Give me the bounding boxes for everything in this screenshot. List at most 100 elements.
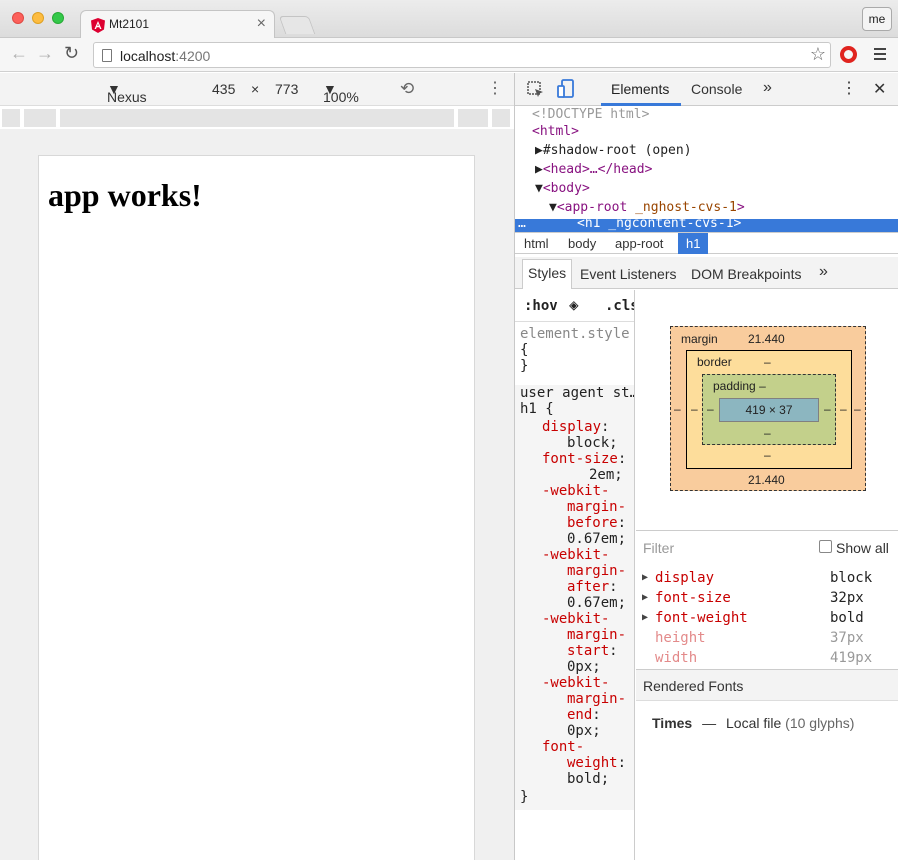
hov-toggle[interactable]: :hov — [524, 298, 558, 314]
ua-prop: -webkit- — [542, 547, 610, 563]
padding-right-value[interactable]: – — [824, 402, 831, 416]
dom-html[interactable]: <html> — [532, 124, 579, 139]
ua-val: bold; — [567, 771, 610, 787]
ua-prop: display: — [542, 419, 610, 435]
box-model-padding[interactable]: padding – – – – 419 × 37 — [702, 374, 836, 445]
margin-label: margin — [681, 332, 718, 346]
forward-arrow-icon[interactable]: → — [36, 43, 54, 64]
device-more-icon[interactable]: ⋮ — [487, 78, 503, 98]
close-devtools-icon[interactable]: ✕ — [873, 79, 886, 99]
ua-prop: font- — [542, 739, 585, 755]
profile-button[interactable]: me — [862, 7, 892, 31]
tab-dom-breakpoints[interactable]: DOM Breakpoints — [691, 266, 801, 282]
border-left-value[interactable]: – — [691, 402, 698, 416]
margin-right-value[interactable]: – — [854, 402, 861, 416]
back-arrow-icon[interactable]: ← — [10, 43, 28, 64]
expand-triangle-icon[interactable]: ▶ — [535, 162, 543, 177]
close-window-button[interactable] — [12, 12, 24, 24]
bookmark-star-icon[interactable]: ☆ — [810, 44, 826, 65]
dom-shadow-root[interactable]: ▶#shadow-root (open) — [535, 143, 692, 158]
devtools-menu-icon[interactable]: ⋮ — [841, 78, 857, 98]
media-query-bar[interactable] — [0, 107, 514, 129]
computed-property-row[interactable]: ▶ font-size 32px — [636, 588, 898, 608]
computed-pane: margin 21.440 21.440 – – border – – – – … — [636, 290, 898, 860]
expand-triangle-icon[interactable]: ▶ — [535, 143, 543, 158]
dom-tree: <!DOCTYPE html> <html> ▶#shadow-root (op… — [515, 107, 898, 234]
more-tabs-icon[interactable]: » — [763, 79, 772, 97]
margin-left-value[interactable]: – — [674, 402, 681, 416]
viewport-height[interactable]: 773 — [275, 81, 298, 97]
computed-property-row[interactable]: width 419px — [636, 648, 898, 668]
filter-input[interactable]: Filter — [643, 540, 674, 556]
brace-open: { — [520, 342, 529, 358]
box-model-margin[interactable]: margin 21.440 21.440 – – border – – – – … — [670, 326, 866, 491]
tab-styles[interactable]: Styles — [522, 259, 573, 289]
ua-prop: font-size: — [542, 451, 627, 467]
expand-triangle-icon[interactable]: ▶ — [642, 612, 648, 623]
device-select[interactable]: Nexus 6P ▼ — [107, 81, 147, 121]
expand-triangle-icon[interactable]: ▶ — [642, 592, 648, 603]
breadcrumb-app-root[interactable]: app-root — [615, 236, 663, 251]
breadcrumb-html[interactable]: html — [524, 236, 549, 251]
breadcrumb-h1[interactable]: h1 — [678, 233, 709, 254]
url-text[interactable]: localhost:4200 — [120, 48, 210, 64]
border-bottom-value[interactable]: – — [764, 448, 771, 462]
expand-triangle-icon[interactable]: ▶ — [642, 572, 648, 583]
tab-title: Mt2101 — [109, 17, 150, 31]
dimension-separator: × — [251, 81, 260, 97]
ua-val: block; — [567, 435, 618, 451]
viewport-width[interactable]: 435 — [212, 81, 235, 97]
ua-val: 2em; — [589, 467, 623, 483]
rendered-font-entry: Times — Local file (10 glyphs) — [652, 715, 855, 731]
cls-toggle[interactable]: .cls — [605, 298, 634, 314]
minimize-window-button[interactable] — [32, 12, 44, 24]
zoom-select[interactable]: 100% ▼ — [323, 81, 359, 105]
rendered-fonts-header: Rendered Fonts — [636, 669, 898, 701]
dom-body[interactable]: ▼<body> — [535, 181, 590, 196]
address-bar[interactable]: localhost:4200 ☆ — [93, 42, 831, 68]
reload-icon[interactable]: ↻ — [64, 43, 79, 64]
padding-bottom-value[interactable]: – — [764, 426, 771, 440]
box-model-border[interactable]: border – – – – padding – – – – 419 × 37 — [686, 350, 852, 469]
new-tab-button[interactable] — [278, 16, 316, 34]
margin-bottom-value[interactable]: 21.440 — [748, 473, 785, 487]
styles-pane: :hov ◈ .cls element.style { } user agent… — [515, 290, 635, 860]
dom-doctype[interactable]: <!DOCTYPE html> — [532, 107, 649, 122]
border-top-value[interactable]: – — [764, 355, 771, 369]
opera-extension-icon[interactable] — [840, 46, 857, 63]
sidebar-tabbar: Styles Event Listeners DOM Breakpoints » — [515, 257, 898, 289]
collapse-triangle-icon[interactable]: ▼ — [549, 200, 557, 215]
zoom-window-button[interactable] — [52, 12, 64, 24]
show-all-label[interactable]: Show all — [836, 540, 889, 556]
tab-elements[interactable]: Elements — [611, 81, 669, 97]
active-tab-indicator — [601, 103, 681, 106]
ua-header: user agent st… — [520, 385, 635, 401]
box-model-content[interactable]: 419 × 37 — [719, 398, 819, 422]
rendering-icon[interactable]: ◈ — [569, 295, 579, 314]
tab-event-listeners[interactable]: Event Listeners — [580, 266, 677, 282]
hamburger-menu-icon[interactable] — [874, 48, 886, 63]
dom-app-root[interactable]: ▼<app-root _nghost-cvs-1> — [549, 200, 745, 215]
margin-top-value[interactable]: 21.440 — [748, 332, 785, 346]
ua-prop: -webkit- — [542, 675, 610, 691]
computed-property-row[interactable]: ▶ display block — [636, 568, 898, 588]
breadcrumb-body[interactable]: body — [568, 236, 596, 251]
inspect-element-icon[interactable] — [527, 81, 545, 99]
show-all-checkbox[interactable] — [819, 540, 832, 553]
browser-tab-active[interactable]: Mt2101 × — [80, 10, 275, 39]
ua-selector[interactable]: h1 { — [520, 401, 554, 417]
computed-property-row[interactable]: height 37px — [636, 628, 898, 648]
browser-toolbar: ← → ↻ localhost:4200 ☆ — [0, 38, 898, 72]
dom-head[interactable]: ▶<head>…</head> — [535, 162, 652, 177]
device-mode-icon[interactable] — [557, 79, 575, 99]
rotate-icon[interactable]: ⟲ — [400, 79, 414, 99]
collapse-triangle-icon[interactable]: ▼ — [535, 181, 543, 196]
computed-property-row[interactable]: ▶ font-weight bold — [636, 608, 898, 628]
breadcrumb: html body app-root h1 — [515, 232, 898, 254]
tab-close-icon[interactable]: × — [257, 15, 266, 33]
tab-console[interactable]: Console — [691, 81, 742, 97]
element-style-selector[interactable]: element.style — [520, 326, 630, 342]
more-sidebar-tabs-icon[interactable]: » — [819, 263, 828, 281]
border-right-value[interactable]: – — [840, 402, 847, 416]
padding-left-value[interactable]: – — [707, 402, 714, 416]
